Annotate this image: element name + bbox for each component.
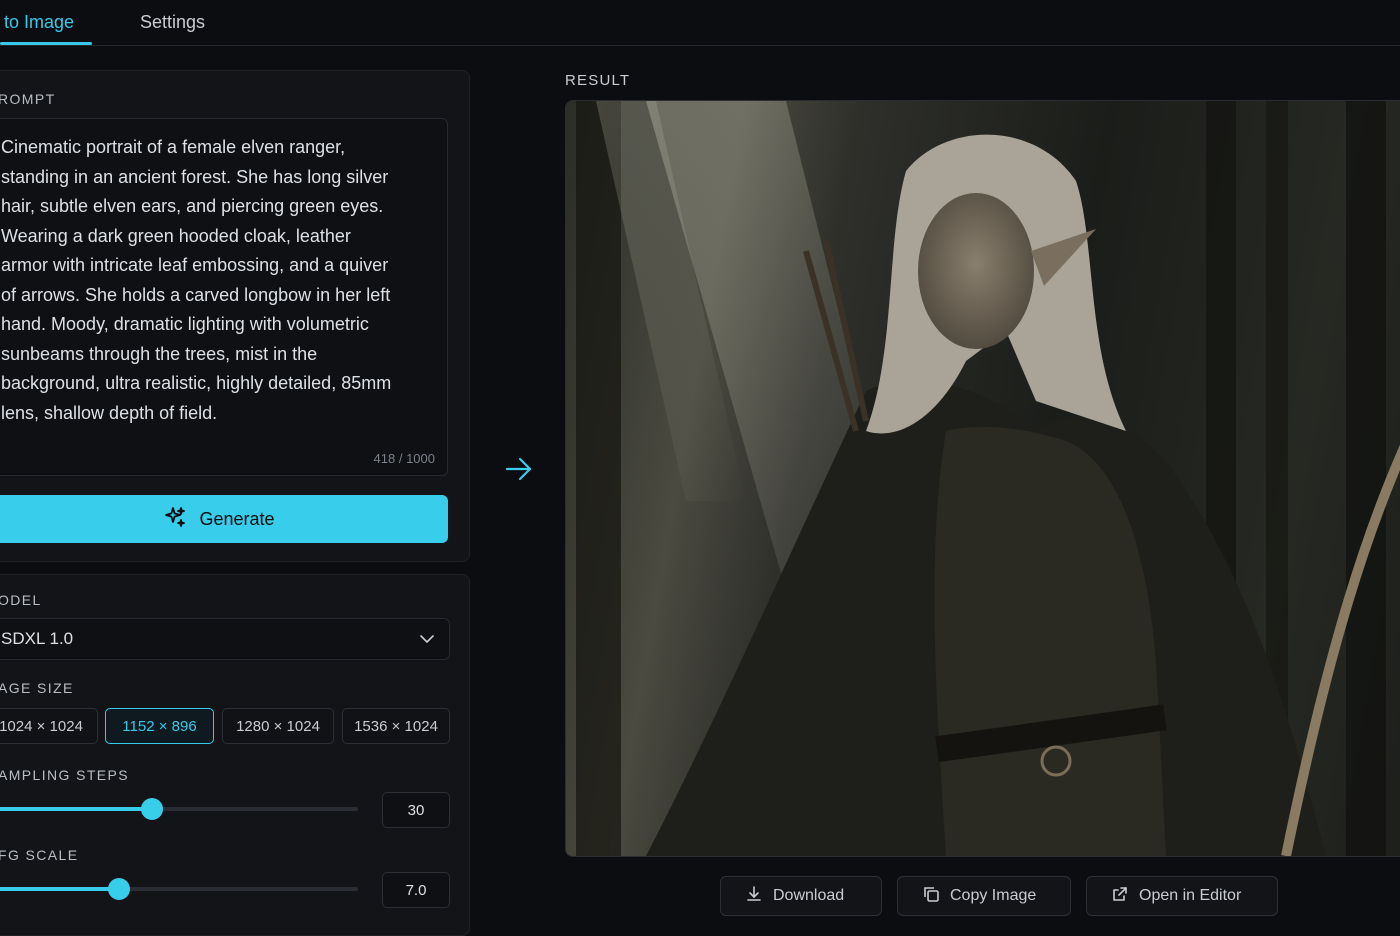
tab-settings[interactable]: Settings <box>140 12 205 33</box>
result-image[interactable] <box>565 100 1400 857</box>
prompt-label: ROMPT <box>0 91 56 107</box>
arrow-right-icon <box>504 456 534 482</box>
sparkles-icon <box>163 505 187 534</box>
sampling-steps-label: AMPLING STEPS <box>0 767 130 783</box>
copy-image-label: Copy Image <box>950 887 1037 904</box>
model-select-value: SDXL 1.0 <box>1 629 74 648</box>
sampling-steps-thumb[interactable] <box>140 798 163 820</box>
cfg-scale-slider[interactable] <box>0 878 358 900</box>
copy-icon <box>922 885 940 908</box>
download-button[interactable]: Download <box>720 876 882 916</box>
cfg-scale-label: FG SCALE <box>0 847 79 863</box>
generate-button[interactable]: Generate <box>0 495 448 543</box>
top-tab-bar: t to Image Settings <box>0 0 1400 46</box>
generate-button-label: Generate <box>199 508 275 529</box>
copy-image-button[interactable]: Copy Image <box>897 876 1071 916</box>
size-option-1280x1024[interactable]: 1280 × 1024 <box>222 708 334 744</box>
open-in-editor-label: Open in Editor <box>1139 887 1242 904</box>
download-icon <box>745 885 763 908</box>
cfg-scale-thumb[interactable] <box>107 878 130 900</box>
sampling-steps-input[interactable]: 30 <box>382 792 450 828</box>
download-label: Download <box>773 887 845 904</box>
size-option-1152x896[interactable]: 1152 × 896 <box>105 708 214 744</box>
open-in-editor-button[interactable]: Open in Editor <box>1086 876 1278 916</box>
cfg-scale-input[interactable]: 7.0 <box>382 872 450 908</box>
model-label: ODEL <box>0 592 42 608</box>
external-link-icon <box>1111 885 1129 908</box>
size-option-1024x1024[interactable]: 1024 × 1024 <box>0 708 98 744</box>
char-count: 418 / 1000 <box>373 451 435 466</box>
prompt-text[interactable]: Cinematic portrait of a female elven ran… <box>1 133 401 428</box>
tab-text-to-image[interactable]: t to Image <box>0 12 74 33</box>
model-select[interactable]: SDXL 1.0 <box>0 618 450 660</box>
sampling-steps-slider[interactable] <box>0 798 358 820</box>
sampling-steps-fill <box>0 807 152 811</box>
prompt-textarea[interactable]: Cinematic portrait of a female elven ran… <box>0 118 448 476</box>
result-label: RESULT <box>565 72 631 89</box>
active-tab-indicator <box>0 42 92 45</box>
size-option-1536x1024[interactable]: 1536 × 1024 <box>342 708 450 744</box>
cfg-scale-fill <box>0 887 119 891</box>
image-size-label: AGE SIZE <box>0 680 74 696</box>
